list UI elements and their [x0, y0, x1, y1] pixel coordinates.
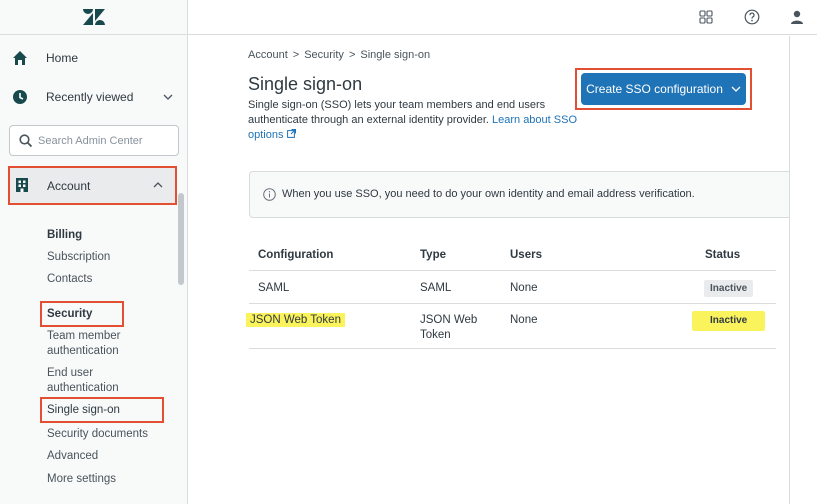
sidebar-group-billing: Billing — [47, 229, 83, 241]
zendesk-logo[interactable] — [0, 0, 188, 35]
nav-recently-viewed-label: Recently viewed — [46, 90, 134, 104]
table-divider — [249, 303, 776, 304]
sso-notice: When you use SSO, you need to do your ow… — [249, 171, 789, 218]
sidebar-item-team-member-auth[interactable]: Team member authentication — [47, 329, 157, 359]
chevron-up-icon — [153, 179, 163, 191]
create-sso-highlight-box: Create SSO configuration — [575, 68, 752, 110]
column-header-users: Users — [510, 249, 542, 261]
column-header-configuration: Configuration — [258, 249, 334, 261]
cell-configuration: JSON Web Token — [246, 313, 345, 328]
column-header-status: Status — [705, 249, 741, 261]
breadcrumb-separator: > — [348, 49, 356, 61]
cell-users: None — [510, 314, 538, 326]
top-bar — [188, 0, 817, 35]
home-icon — [12, 50, 28, 66]
sidebar-item-advanced[interactable]: Advanced — [47, 449, 98, 464]
breadcrumb-account[interactable]: Account — [248, 49, 288, 61]
create-sso-configuration-button[interactable]: Create SSO configuration — [581, 73, 746, 105]
user-icon[interactable] — [789, 9, 805, 25]
table-divider — [249, 348, 776, 349]
sidebar-group-security: Security — [47, 308, 93, 320]
sidebar-item-contacts[interactable]: Contacts — [47, 272, 92, 287]
sidebar-item-single-sign-on[interactable]: Single sign-on — [47, 403, 120, 418]
status-badge: Inactive — [692, 311, 766, 331]
sidebar-scrollbar[interactable] — [178, 193, 184, 285]
nav-home[interactable]: Home — [0, 40, 188, 76]
cell-configuration: SAML — [258, 282, 290, 294]
breadcrumb: Account > Security > Single sign-on — [248, 49, 430, 61]
sidebar-item-subscription[interactable]: Subscription — [47, 250, 110, 265]
info-icon — [263, 188, 276, 201]
cell-type: SAML — [420, 282, 452, 294]
page-description: Single sign-on (SSO) lets your team memb… — [248, 98, 593, 143]
breadcrumb-separator: > — [292, 49, 300, 61]
column-header-type: Type — [420, 249, 446, 261]
breadcrumb-single-sign-on: Single sign-on — [360, 49, 431, 61]
search-icon — [19, 134, 33, 148]
search-field[interactable] — [9, 125, 179, 156]
nav-home-label: Home — [46, 51, 79, 65]
notice-text: When you use SSO, you need to do your ow… — [282, 188, 695, 200]
grid-icon[interactable] — [698, 9, 714, 25]
nav-recently-viewed[interactable]: Recently viewed — [0, 79, 188, 115]
cell-users: None — [510, 282, 538, 294]
chevron-down-icon — [163, 91, 173, 103]
cell-type: JSON Web Token — [420, 314, 478, 341]
chevron-down-icon — [731, 86, 741, 92]
status-badge: Inactive — [704, 280, 754, 297]
nav-account[interactable]: Account — [8, 166, 177, 205]
sidebar-item-security-documents[interactable]: Security documents — [47, 427, 148, 442]
zendesk-logo-icon — [83, 9, 105, 25]
clock-icon — [12, 89, 28, 105]
create-sso-button-label: Create SSO configuration — [586, 82, 723, 96]
building-icon — [14, 177, 30, 193]
help-icon[interactable] — [744, 9, 760, 25]
search-input[interactable] — [38, 131, 176, 151]
external-link-icon — [286, 129, 296, 138]
nav-account-label: Account — [47, 179, 91, 193]
table-divider — [249, 270, 776, 271]
right-rail — [789, 36, 817, 504]
sidebar: Home Recently viewed Account Billing Sub… — [0, 0, 188, 504]
page-title: Single sign-on — [248, 74, 363, 94]
main-content: Account > Security > Single sign-on Sing… — [188, 36, 789, 504]
breadcrumb-security[interactable]: Security — [304, 49, 344, 61]
sidebar-item-end-user-auth[interactable]: End user authentication — [47, 366, 137, 396]
sidebar-item-more-settings[interactable]: More settings — [47, 472, 116, 487]
highlighted-configuration: JSON Web Token — [246, 313, 345, 327]
